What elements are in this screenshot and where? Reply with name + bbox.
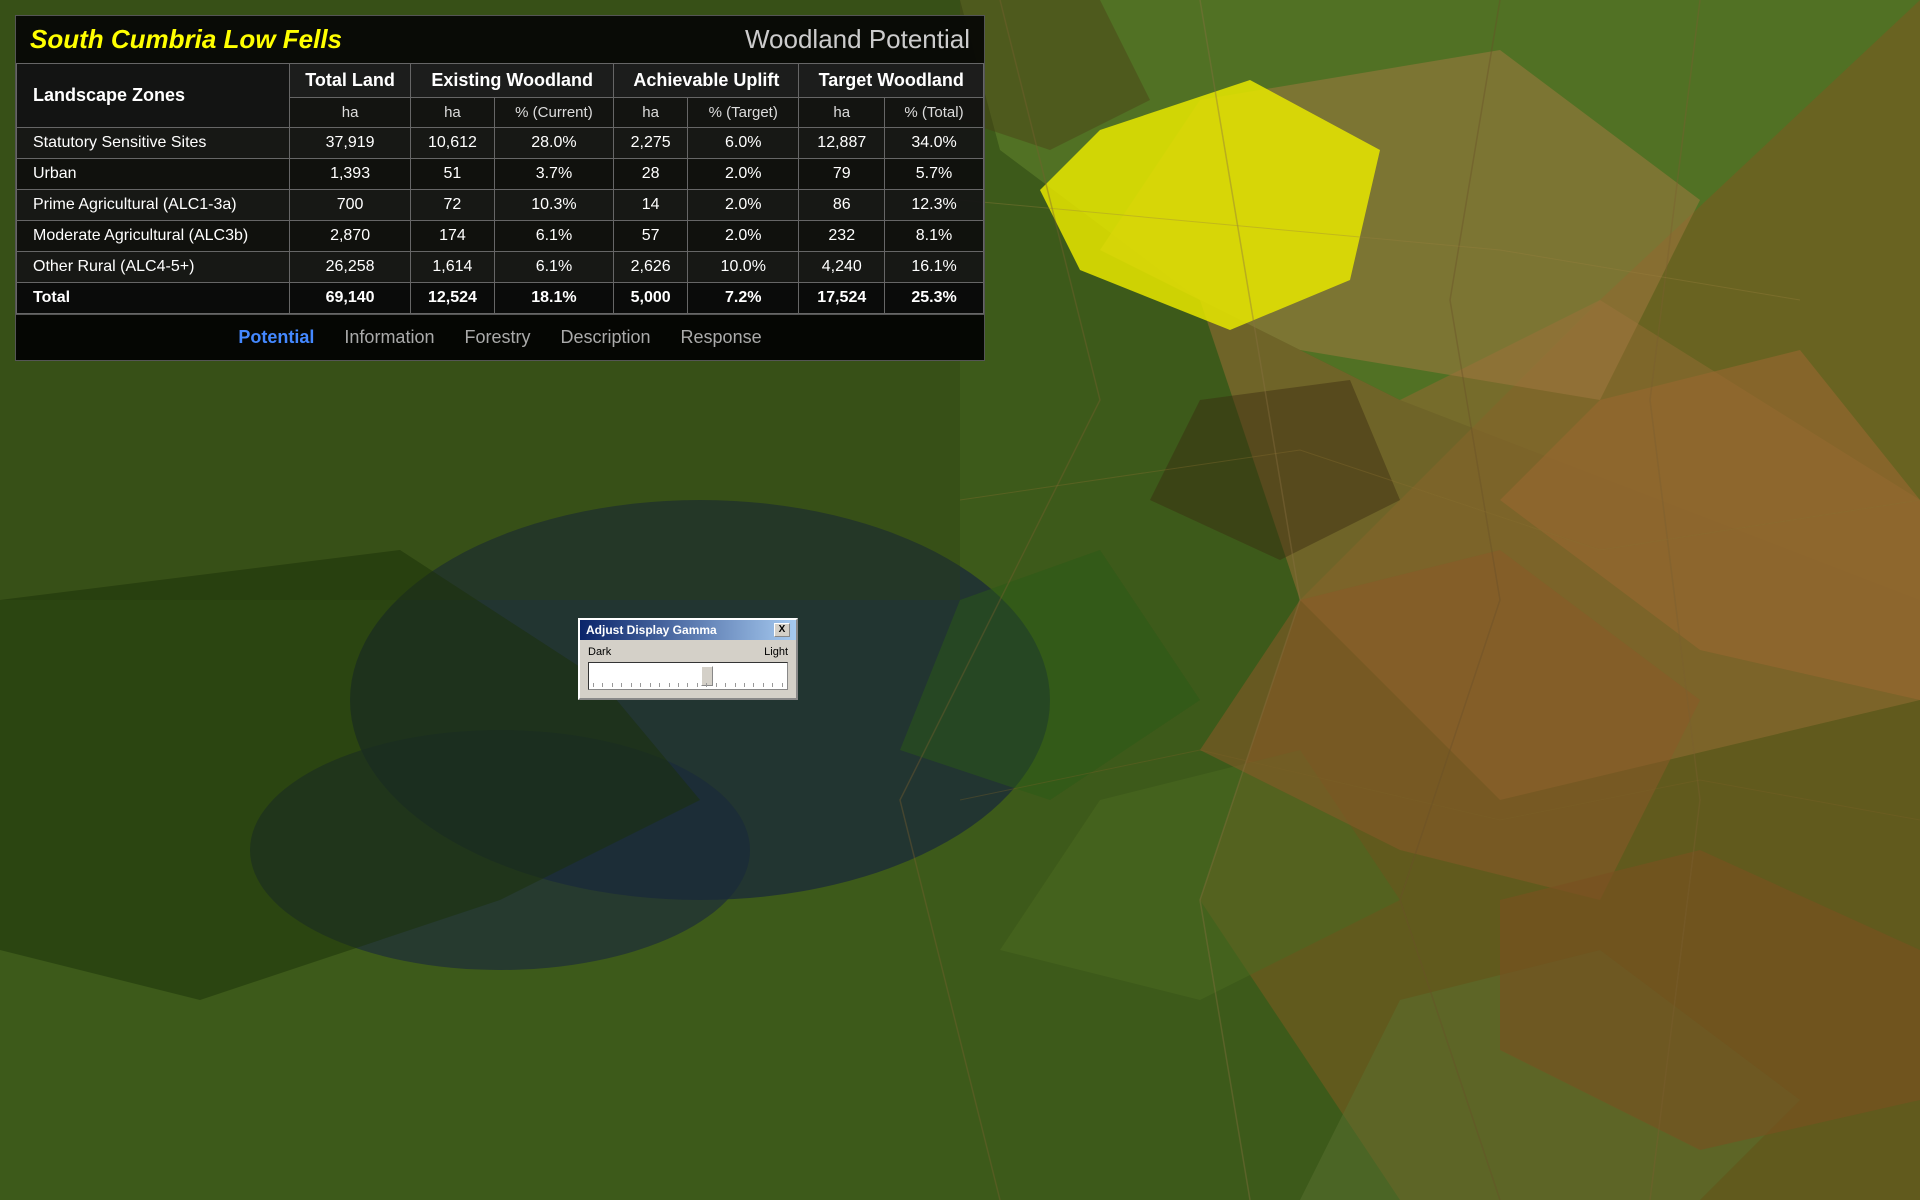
achiev-pct: 2.0% [688,159,799,190]
exist-ha: 10,612 [411,128,494,159]
achiev-ha: 14 [614,190,688,221]
table-row: Statutory Sensitive Sites 37,919 10,612 … [17,128,984,159]
total-ha: 700 [289,190,410,221]
total-ha: 1,393 [289,159,410,190]
target-pct: 8.1% [885,221,984,252]
gamma-labels: Dark Light [588,646,788,658]
table-row: Moderate Agricultural (ALC3b) 2,870 174 … [17,221,984,252]
target-pct: 5.7% [885,159,984,190]
exist-ha: 174 [411,221,494,252]
total-ha: 26,258 [289,252,410,283]
tab-information[interactable]: Information [344,327,434,348]
total-ha: 37,919 [289,128,410,159]
total-ha: 2,870 [289,221,410,252]
achiev-pct: 2.0% [688,221,799,252]
subheader-target-pct: % (Total) [885,98,984,128]
achiev-pct: 2.0% [688,190,799,221]
panel-subtitle: Woodland Potential [745,24,970,55]
zone-name: Other Rural (ALC4-5+) [17,252,290,283]
main-panel: South Cumbria Low Fells Woodland Potenti… [15,15,985,361]
target-ha: 86 [799,190,885,221]
total-target-ha: 17,524 [799,283,885,314]
tab-potential[interactable]: Potential [238,327,314,348]
achiev-ha: 2,626 [614,252,688,283]
col-header-achievable: Achievable Uplift [614,64,799,98]
gamma-slider-container [588,662,788,690]
total-total-ha: 69,140 [289,283,410,314]
target-pct: 12.3% [885,190,984,221]
exist-pct: 6.1% [494,252,614,283]
tab-description[interactable]: Description [560,327,650,348]
panel-header: South Cumbria Low Fells Woodland Potenti… [16,16,984,63]
exist-ha: 72 [411,190,494,221]
gamma-light-label: Light [764,646,788,658]
total-exist-pct: 18.1% [494,283,614,314]
woodland-table: Landscape Zones Total Land Existing Wood… [16,63,984,314]
achiev-ha: 57 [614,221,688,252]
exist-ha: 51 [411,159,494,190]
achiev-pct: 6.0% [688,128,799,159]
total-achiev-ha: 5,000 [614,283,688,314]
achiev-ha: 2,275 [614,128,688,159]
zone-name: Moderate Agricultural (ALC3b) [17,221,290,252]
subheader-total-ha: ha [289,98,410,128]
total-label: Total [17,283,290,314]
exist-pct: 10.3% [494,190,614,221]
subheader-exist-ha: ha [411,98,494,128]
total-achiev-pct: 7.2% [688,283,799,314]
tab-bar: Potential Information Forestry Description R… [16,314,984,360]
achiev-pct: 10.0% [688,252,799,283]
table-row: Other Rural (ALC4-5+) 26,258 1,614 6.1% … [17,252,984,283]
exist-pct: 6.1% [494,221,614,252]
subheader-achiev-ha: ha [614,98,688,128]
table-row: Urban 1,393 51 3.7% 28 2.0% 79 5.7% [17,159,984,190]
gamma-dialog-body: Dark Light [580,640,796,698]
total-target-pct: 25.3% [885,283,984,314]
total-row: Total 69,140 12,524 18.1% 5,000 7.2% 17,… [17,283,984,314]
target-pct: 34.0% [885,128,984,159]
subheader-exist-pct: % (Current) [494,98,614,128]
subheader-achiev-pct: % (Target) [688,98,799,128]
total-exist-ha: 12,524 [411,283,494,314]
region-title: South Cumbria Low Fells [30,24,342,55]
target-ha: 232 [799,221,885,252]
target-ha: 12,887 [799,128,885,159]
tab-forestry[interactable]: Forestry [464,327,530,348]
zone-name: Urban [17,159,290,190]
exist-ha: 1,614 [411,252,494,283]
zone-name: Statutory Sensitive Sites [17,128,290,159]
subheader-target-ha: ha [799,98,885,128]
gamma-dialog-title: Adjust Display Gamma [586,623,717,637]
col-header-landscape: Landscape Zones [17,64,290,128]
gamma-slider[interactable] [589,666,787,686]
achiev-ha: 28 [614,159,688,190]
table-row: Prime Agricultural (ALC1-3a) 700 72 10.3… [17,190,984,221]
gamma-dark-label: Dark [588,646,611,658]
col-header-target: Target Woodland [799,64,984,98]
gamma-title-bar: Adjust Display Gamma X [580,620,796,640]
target-ha: 4,240 [799,252,885,283]
exist-pct: 28.0% [494,128,614,159]
tab-response[interactable]: Response [681,327,762,348]
gamma-dialog[interactable]: Adjust Display Gamma X Dark Light [578,618,798,700]
target-ha: 79 [799,159,885,190]
gamma-close-button[interactable]: X [774,623,790,637]
target-pct: 16.1% [885,252,984,283]
col-header-total-land: Total Land [289,64,410,98]
exist-pct: 3.7% [494,159,614,190]
zone-name: Prime Agricultural (ALC1-3a) [17,190,290,221]
col-header-existing: Existing Woodland [411,64,614,98]
